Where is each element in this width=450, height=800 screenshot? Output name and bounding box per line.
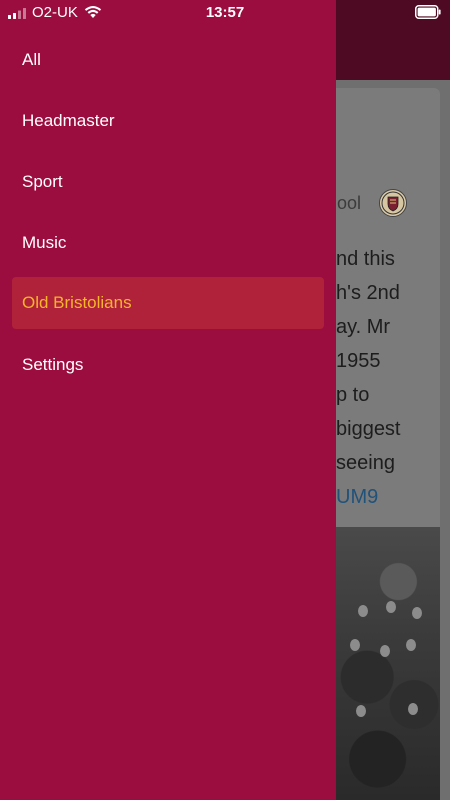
menu-item-label: Settings bbox=[22, 354, 84, 374]
menu-item-label: Music bbox=[22, 232, 67, 252]
photo-detail bbox=[406, 639, 416, 651]
post-text-line: ay. Mr bbox=[336, 316, 391, 338]
post-text-line: p to bbox=[336, 384, 370, 406]
navigation-drawer: All Headmaster Sport Music Old Bristolia… bbox=[0, 0, 336, 800]
photo-detail bbox=[350, 639, 360, 651]
menu-item-music[interactable]: Music bbox=[0, 212, 336, 273]
school-crest-icon bbox=[379, 189, 407, 217]
photo-detail bbox=[380, 645, 390, 657]
menu-item-headmaster[interactable]: Headmaster bbox=[0, 90, 336, 151]
menu-item-label: Sport bbox=[22, 171, 63, 191]
post-text-line: seeing bbox=[336, 452, 395, 474]
drawer-menu: All Headmaster Sport Music Old Bristolia… bbox=[0, 29, 336, 395]
photo-detail bbox=[358, 605, 368, 617]
menu-item-sport[interactable]: Sport bbox=[0, 151, 336, 212]
app-screen: hool nd this h's 2nd ay. Mr 1955 p to bi… bbox=[0, 0, 450, 800]
menu-item-old-bristolians[interactable]: Old Bristolians bbox=[12, 277, 324, 329]
status-time: 13:57 bbox=[205, 4, 245, 21]
photo-detail bbox=[356, 705, 366, 717]
menu-item-label: Old Bristolians bbox=[22, 293, 132, 312]
post-link[interactable]: UM9 bbox=[336, 480, 446, 514]
post-text: nd this h's 2nd ay. Mr 1955 p to biggest… bbox=[336, 242, 446, 514]
post-text-line: biggest bbox=[336, 418, 401, 440]
menu-item-all[interactable]: All bbox=[0, 29, 336, 90]
battery-icon bbox=[415, 5, 441, 19]
photo-detail bbox=[386, 601, 396, 613]
photo-detail bbox=[408, 703, 418, 715]
menu-item-settings[interactable]: Settings bbox=[0, 334, 336, 395]
post-text-line: 1955 bbox=[336, 350, 381, 372]
post-text-line: nd this bbox=[336, 248, 395, 270]
photo-detail bbox=[412, 607, 422, 619]
post-text-line: h's 2nd bbox=[336, 282, 400, 304]
status-bar: O2-UK 13:57 bbox=[0, 0, 450, 26]
menu-item-label: All bbox=[22, 49, 41, 69]
post-photo[interactable] bbox=[336, 527, 440, 800]
menu-item-label: Headmaster bbox=[22, 110, 115, 130]
